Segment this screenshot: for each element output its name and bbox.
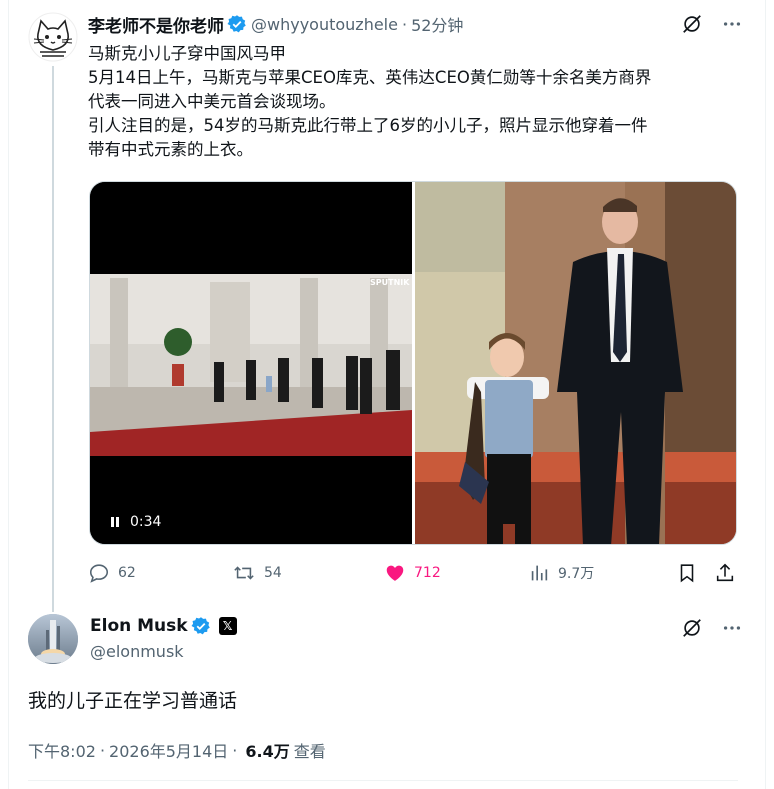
views-count: 9.7万 [558, 566, 595, 582]
avatar[interactable] [28, 614, 78, 664]
tweet-line: 引人注目的是，54岁的马斯克此行带上了6岁的小儿子，照片显示他穿着一件 [88, 116, 648, 135]
reply-time[interactable]: 下午8:02 [28, 738, 96, 762]
reply-meta: 下午8:02 · 2026年5月14日 · 6.4万 查看 [28, 738, 326, 762]
divider [28, 780, 738, 781]
views-icon [531, 565, 548, 581]
repost-icon [234, 566, 254, 580]
reply-header: Elon Musk 𝕏 [90, 616, 237, 636]
photo-image [415, 182, 736, 544]
verified-icon [227, 14, 247, 34]
like-button[interactable]: 712 [384, 562, 441, 584]
reply-count: 62 [118, 565, 136, 581]
avatar[interactable] [28, 12, 78, 62]
tweet-top-actions [680, 12, 744, 36]
more-icon[interactable] [720, 616, 744, 640]
rocket-avatar-icon [28, 614, 78, 664]
reply-text: 我的儿子正在学习普通话 [28, 690, 238, 712]
video-watermark: SPUTNIK [370, 278, 410, 287]
reply-date[interactable]: 2026年5月14日 [109, 738, 228, 762]
tweet-line: 5月14日上午，马斯克与苹果CEO库克、英伟达CEO黄仁勋等十余名美方商界 [88, 68, 652, 87]
bookmark-button[interactable] [676, 562, 698, 584]
pause-icon[interactable] [110, 517, 120, 527]
like-count: 712 [414, 565, 441, 581]
author-handle[interactable]: @whyyoutouzhele [251, 15, 398, 34]
reply-icon [89, 564, 109, 583]
grok-icon[interactable] [680, 616, 704, 640]
repost-button[interactable]: 54 [232, 562, 282, 584]
reply-button[interactable]: 62 [88, 562, 136, 584]
video-player[interactable]: SPUTNIK 0:34 [90, 182, 412, 544]
author-name[interactable]: 李老师不是你老师 [88, 12, 224, 37]
media-grid: SPUTNIK 0:34 [89, 181, 737, 545]
share-icon [716, 563, 734, 582]
separator-dot: · [232, 740, 238, 760]
tweet-line: 代表一同进入中美元首会谈现场。 [88, 92, 336, 111]
repost-count: 54 [264, 565, 282, 581]
thread-line [52, 66, 54, 612]
reply-top-actions [680, 616, 744, 640]
x-badge-icon[interactable]: 𝕏 [218, 617, 237, 635]
bookmark-icon [680, 564, 694, 583]
video-timestamp[interactable]: 0:34 [110, 514, 161, 530]
verified-icon [191, 616, 211, 636]
author-handle[interactable]: @elonmusk [90, 642, 184, 661]
video-frame [90, 182, 412, 544]
reply-views-label: 查看 [293, 742, 326, 761]
separator-dot: · [99, 740, 106, 760]
cat-avatar-icon [28, 12, 78, 62]
tweet-actions: 62 54 712 9.7万 [88, 560, 738, 588]
separator-dot: · [401, 14, 408, 34]
tweet-line: 马斯克小儿子穿中国风马甲 [88, 44, 286, 63]
views-button[interactable]: 9.7万 [528, 562, 594, 584]
video-duration: 0:34 [130, 514, 162, 530]
more-icon[interactable] [720, 12, 744, 36]
tweet-text: 马斯克小儿子穿中国风马甲 5月14日上午，马斯克与苹果CEO库克、英伟达CEO黄… [88, 42, 738, 162]
tweet-time[interactable]: 52分钟 [411, 12, 463, 36]
photo[interactable] [415, 182, 736, 544]
share-button[interactable] [714, 562, 736, 584]
grok-icon[interactable] [680, 12, 704, 36]
author-name[interactable]: Elon Musk [90, 616, 188, 636]
reply-views-count: 6.4万 [245, 742, 290, 761]
tweet-line: 带有中式元素的上衣。 [88, 140, 253, 159]
like-icon [386, 565, 404, 581]
tweet-header: 李老师不是你老师 @whyyoutouzhele · 52分钟 [88, 12, 463, 37]
